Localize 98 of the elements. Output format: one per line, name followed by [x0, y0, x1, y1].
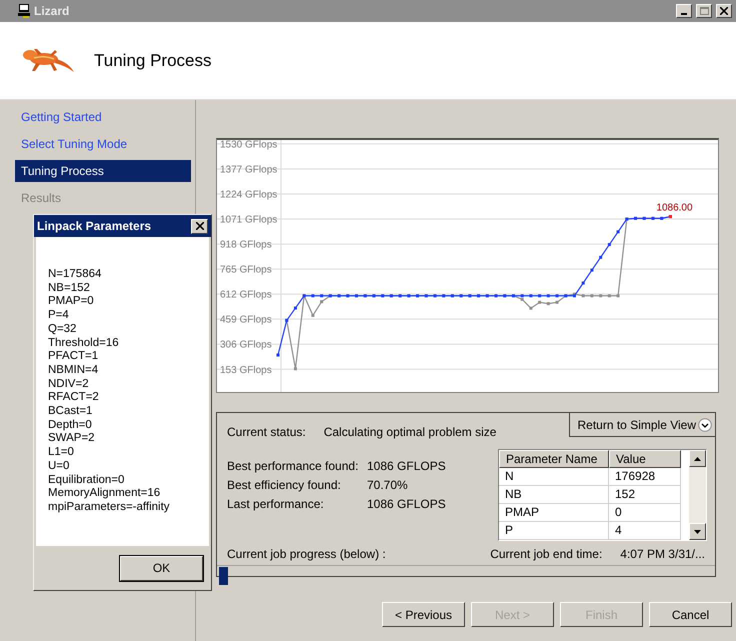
table-cell: 152 — [609, 486, 681, 504]
table-cell: 4 — [609, 522, 681, 540]
axis-label: 306 GFlops — [220, 340, 272, 351]
data-point — [320, 300, 324, 304]
axis-label: 153 GFlops — [220, 364, 272, 376]
column-header[interactable]: Parameter Name — [499, 450, 609, 468]
progress-label: Current job progress (below) : — [227, 547, 386, 561]
data-point — [590, 294, 594, 298]
status-label: Current status: — [227, 425, 306, 439]
parameter-line: P=4 — [48, 309, 70, 323]
parameter-line: N=175864 — [48, 268, 102, 282]
parameter-line: PMAP=0 — [48, 295, 95, 310]
sidebar-item[interactable]: Getting Started — [15, 106, 191, 128]
data-point — [582, 294, 585, 298]
data-point — [529, 294, 532, 298]
axis-label: 1377 GFlops — [220, 164, 278, 176]
data-point — [294, 306, 297, 310]
close-button[interactable] — [716, 4, 732, 18]
data-point — [556, 294, 559, 298]
axis-label: 459 GFlops — [220, 314, 272, 326]
maximize-icon — [700, 7, 708, 15]
data-point — [608, 243, 611, 246]
axis-label: 1530 GFlops — [220, 140, 278, 150]
nav-button[interactable]: Cancel — [649, 602, 732, 627]
parameter-line: NB=152 — [48, 282, 91, 296]
data-point — [582, 282, 585, 285]
minimize-icon — [681, 13, 687, 15]
data-point — [294, 367, 297, 370]
value-label: 1086.00 — [656, 202, 693, 214]
stat-value: 1086 GFLOPS — [367, 497, 447, 511]
parameter-line: L1=0 — [48, 446, 75, 460]
end-time-label: Current job end time: — [490, 547, 602, 561]
data-point — [556, 300, 559, 304]
axis-label: 918 GFlops — [220, 240, 272, 251]
stat-value: 1086 GFLOPS — [367, 459, 447, 473]
page-title: Tuning Process — [94, 50, 212, 70]
sidebar-item[interactable]: Tuning Process — [15, 160, 191, 182]
table-cell: P — [499, 522, 609, 540]
data-point — [311, 314, 314, 317]
status-value: Calculating optimal problem size — [324, 425, 496, 439]
window-title: Lizard — [34, 4, 70, 18]
data-point — [546, 302, 550, 306]
table-cell: 0 — [609, 504, 681, 522]
end-time-value: 4:07 PM 3/31/... — [620, 547, 705, 561]
data-point — [608, 294, 611, 298]
table-cell: 176928 — [609, 468, 681, 486]
parameter-line: BCast=1 — [48, 405, 94, 419]
stat-value: 70.70% — [367, 478, 409, 492]
stat-label: Best performance found: — [227, 459, 360, 473]
parameter-line: Depth=0 — [48, 418, 93, 432]
data-point — [599, 256, 602, 259]
data-point — [311, 294, 314, 298]
table-cell: N — [499, 468, 609, 486]
return-button[interactable]: Return to Simple View — [568, 412, 716, 437]
parameter-line: SWAP=2 — [48, 432, 96, 446]
scroll-up-icon[interactable] — [694, 456, 701, 460]
data-point — [538, 300, 542, 304]
scrollbar[interactable] — [689, 450, 706, 540]
data-point — [320, 294, 324, 298]
data-point — [538, 294, 542, 298]
parameter-line: NDIV=2 — [48, 378, 90, 392]
nav-button[interactable]: < Previous — [382, 602, 465, 627]
parameter-line: MemoryAlignment=16 — [48, 487, 162, 501]
chevron-icon — [698, 418, 712, 432]
data-point — [276, 354, 280, 357]
axis-label: 1224 GFlops — [220, 190, 278, 200]
maximize-button[interactable] — [696, 4, 712, 18]
parameter-line: Q=32 — [48, 322, 78, 337]
data-point — [546, 294, 550, 298]
dialog-title: Linpack Parameters — [37, 219, 152, 233]
parameter-line: RFACT=2 — [48, 391, 100, 406]
table-cell: NB — [499, 486, 609, 504]
ok-button[interactable]: OK — [120, 556, 203, 580]
scroll-down-icon[interactable] — [694, 530, 701, 534]
parameter-line: Equilibration=0 — [48, 474, 126, 488]
parameter-line: PFACT=1 — [48, 350, 100, 364]
close-icon — [720, 7, 728, 15]
data-point — [616, 230, 620, 234]
close-icon — [196, 222, 204, 230]
stat-label: Last performance: — [227, 497, 325, 511]
parameter-line: U=0 — [48, 460, 70, 474]
table-cell: PMAP — [499, 504, 609, 522]
stat-label: Best efficiency found: — [227, 478, 342, 492]
parameter-line: Threshold=16 — [48, 336, 120, 350]
close-button[interactable] — [191, 218, 208, 234]
data-point — [599, 294, 602, 298]
data-point — [616, 294, 620, 298]
axis-label: 765 GFlops — [220, 264, 272, 276]
data-point — [590, 268, 594, 272]
data-point — [529, 306, 532, 310]
axis-label: 612 GFlops — [220, 290, 272, 301]
sidebar-item[interactable]: Select Tuning Mode — [15, 133, 191, 155]
column-header[interactable]: Value — [609, 450, 681, 468]
axis-label: 1071 GFlops — [220, 214, 278, 226]
computer-icon — [18, 4, 30, 18]
parameter-line: mpiParameters=-affinity — [48, 500, 171, 515]
minimize-button[interactable] — [676, 4, 692, 18]
parameter-line: NBMIN=4 — [48, 364, 100, 378]
